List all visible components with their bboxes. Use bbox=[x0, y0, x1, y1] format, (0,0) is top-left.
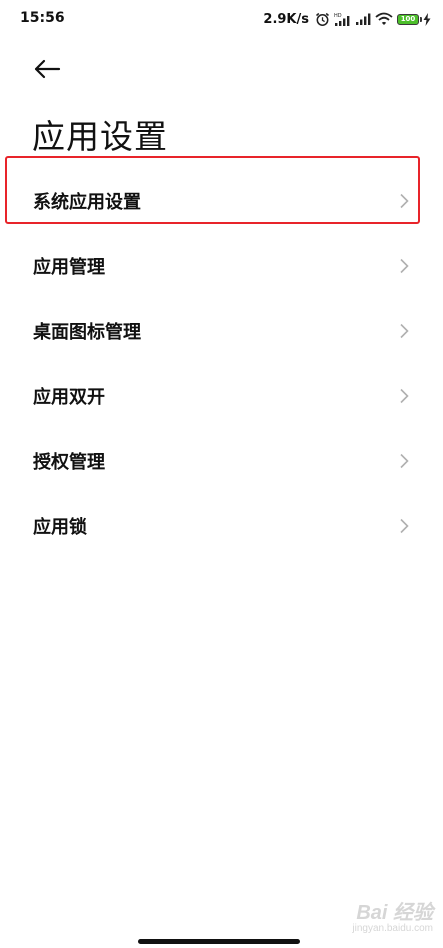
menu-item-app-management[interactable]: 应用管理 bbox=[0, 233, 443, 298]
svg-text:HD: HD bbox=[334, 13, 342, 19]
menu-item-system-app-settings[interactable]: 系统应用设置 bbox=[0, 168, 443, 233]
battery-icon: 100 bbox=[397, 13, 422, 25]
watermark-url: jingyan.baidu.com bbox=[352, 923, 433, 934]
menu-item-app-lock[interactable]: 应用锁 bbox=[0, 493, 443, 558]
watermark: Bai 经验 jingyan.baidu.com bbox=[352, 896, 433, 934]
menu-item-desktop-icon-management[interactable]: 桌面图标管理 bbox=[0, 298, 443, 363]
status-time: 15:56 bbox=[20, 10, 65, 26]
home-indicator[interactable] bbox=[138, 939, 300, 944]
page-title: 应用设置 bbox=[32, 117, 168, 156]
status-bar: 15:56 2.9K/s HD 100 bbox=[0, 0, 443, 40]
menu-item-permission-management[interactable]: 授权管理 bbox=[0, 428, 443, 493]
alarm-icon bbox=[315, 12, 330, 27]
status-icons: 2.9K/s HD 100 bbox=[263, 9, 431, 29]
charging-icon bbox=[423, 12, 431, 26]
signal-icon bbox=[355, 12, 371, 26]
chevron-right-icon bbox=[399, 518, 409, 534]
settings-menu-list: 系统应用设置 应用管理 桌面图标管理 应用双开 授权管理 应用锁 bbox=[0, 168, 443, 558]
hd-signal-icon: HD bbox=[334, 12, 351, 27]
menu-item-dual-apps[interactable]: 应用双开 bbox=[0, 363, 443, 428]
menu-item-label: 授权管理 bbox=[33, 451, 105, 473]
arrow-left-icon bbox=[33, 59, 61, 83]
wifi-icon bbox=[375, 12, 393, 26]
menu-item-label: 应用管理 bbox=[33, 256, 105, 278]
chevron-right-icon bbox=[399, 388, 409, 404]
menu-item-label: 应用双开 bbox=[33, 386, 105, 408]
menu-item-label: 应用锁 bbox=[33, 516, 87, 538]
back-button[interactable] bbox=[30, 56, 64, 86]
chevron-right-icon bbox=[399, 258, 409, 274]
chevron-right-icon bbox=[399, 323, 409, 339]
network-speed: 2.9K/s bbox=[263, 11, 309, 27]
chevron-right-icon bbox=[399, 193, 409, 209]
menu-item-label: 桌面图标管理 bbox=[33, 321, 141, 343]
watermark-logo: Bai 经验 bbox=[356, 902, 433, 924]
menu-item-label: 系统应用设置 bbox=[33, 191, 141, 213]
chevron-right-icon bbox=[399, 453, 409, 469]
